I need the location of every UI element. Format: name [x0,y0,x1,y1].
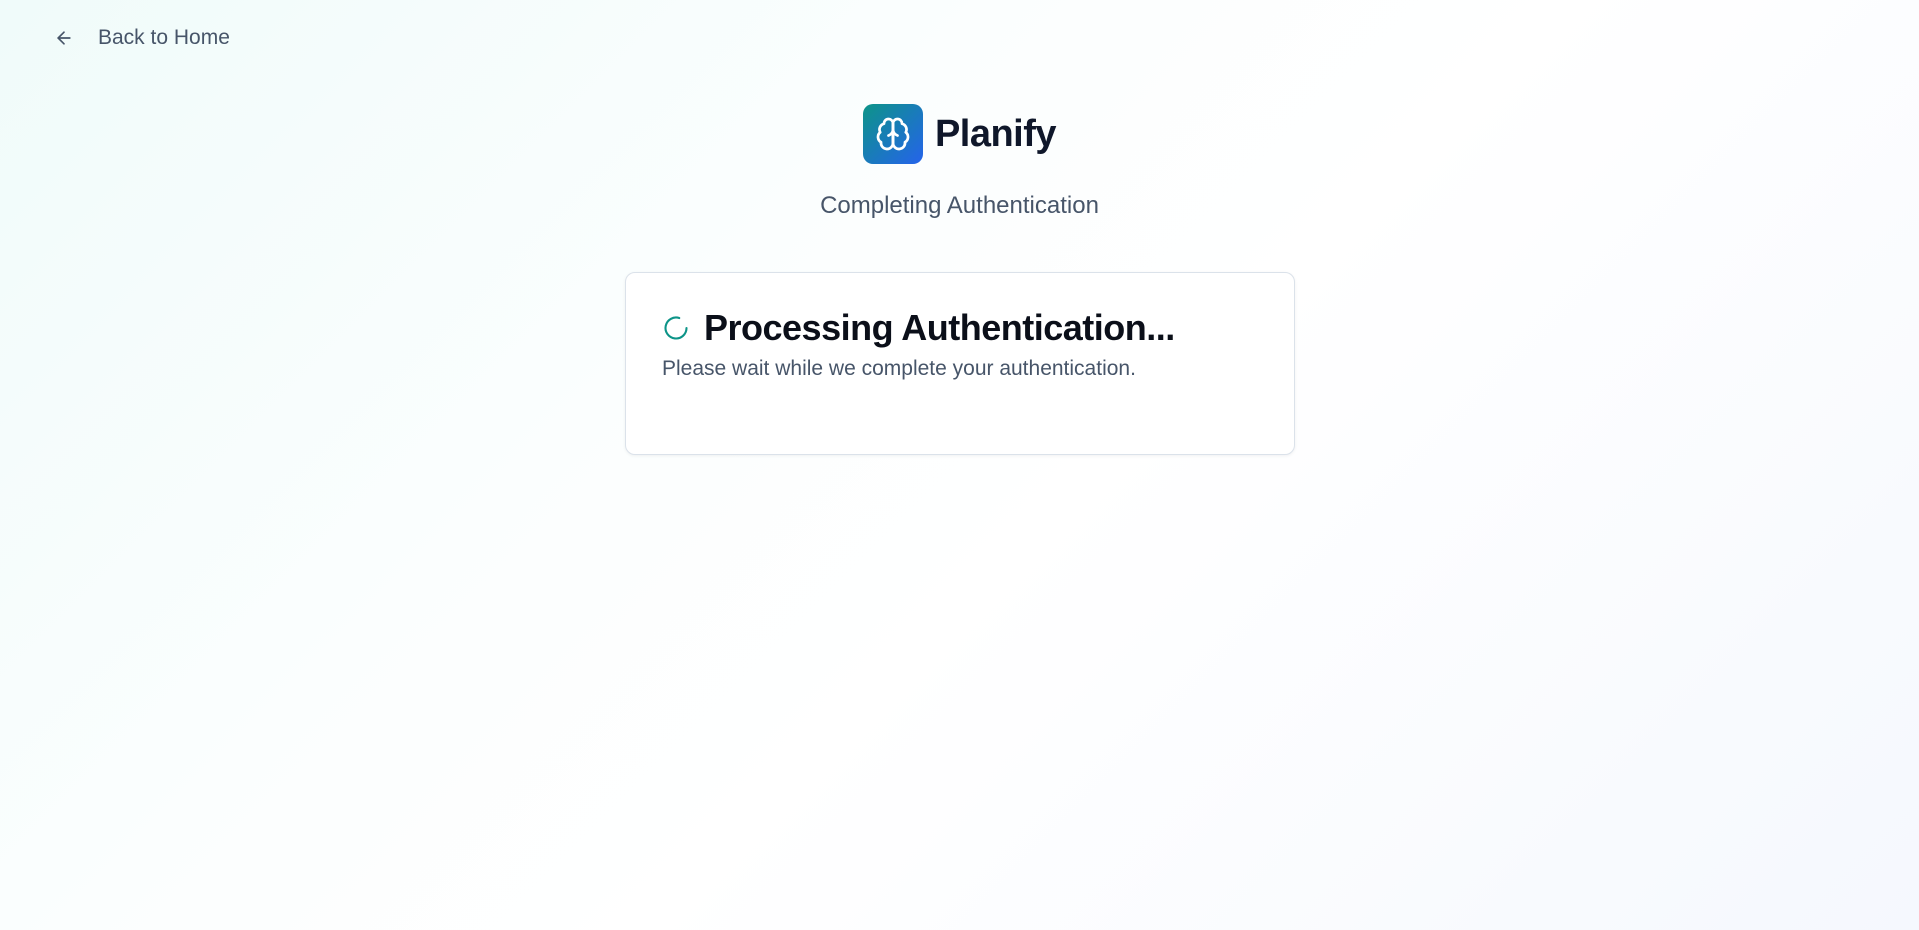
auth-status-card: Processing Authentication... Please wait… [625,272,1295,455]
brain-icon [876,117,910,151]
arrow-left-icon [52,26,76,50]
brand-name: Planify [934,112,1057,155]
back-to-home-link[interactable]: Back to Home [52,26,230,50]
brand-logo [862,104,923,164]
card-title-row: Processing Authentication... [662,307,1258,349]
page-subtitle: Completing Authentication [820,192,1099,219]
card-description: Please wait while we complete your authe… [662,357,1136,380]
brand-group: Planify [862,104,1057,164]
brand-header: Planify [0,104,1919,164]
loading-spinner-icon [662,314,690,342]
back-to-home-label: Back to Home [98,26,230,49]
card-title: Processing Authentication... [704,307,1175,348]
